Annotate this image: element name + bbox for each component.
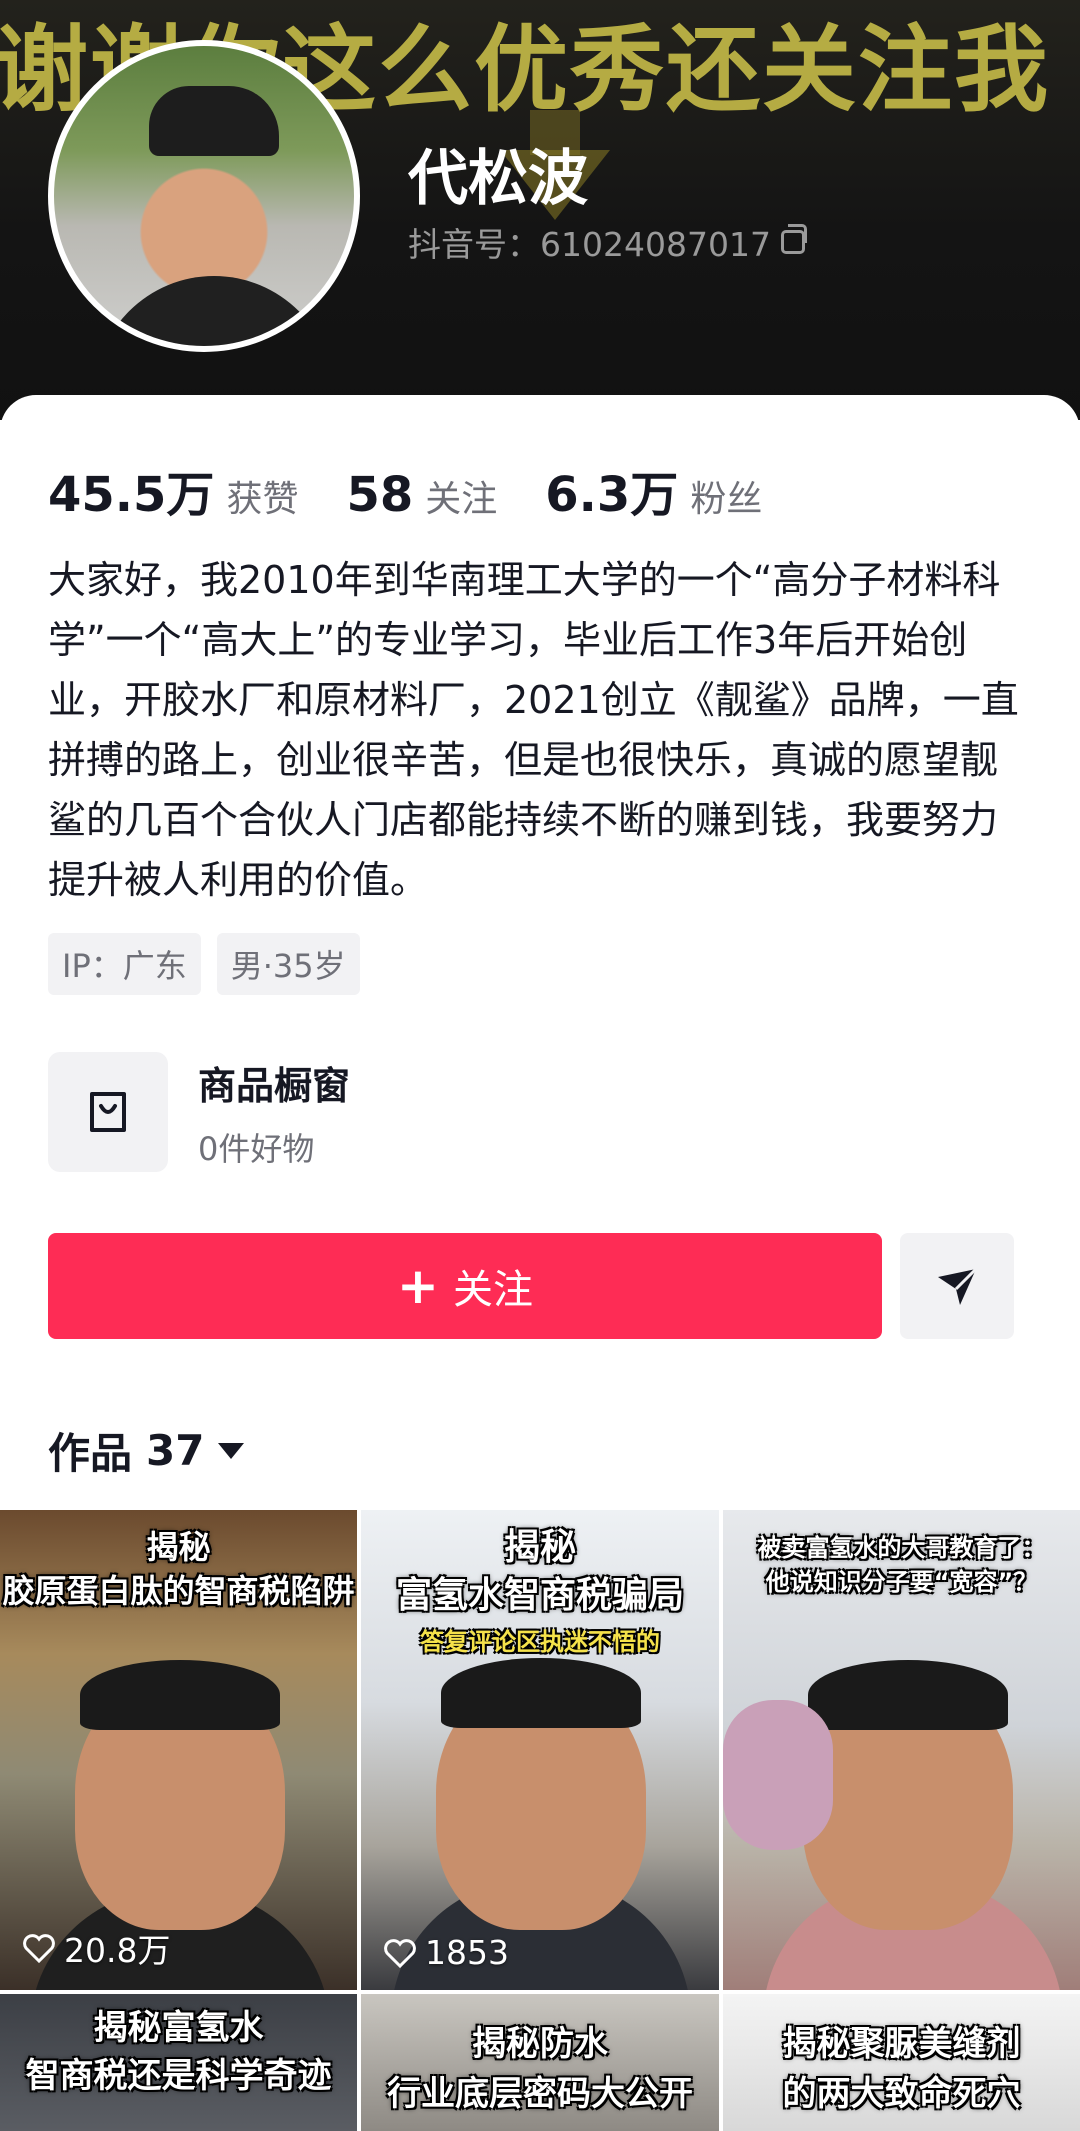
heart-icon [23,1934,55,1963]
video-title-line2: 富氢水智商税骗局 [395,1575,684,1616]
follow-label: 关注 [452,1267,533,1313]
video-title-line2: 胶原蛋白肽的智商税陷阱 [2,1572,355,1610]
video-title-line1: 揭秘 [146,1528,211,1566]
video-title-line1: 揭秘 [503,1527,576,1568]
douyin-id[interactable]: 抖音号：61024087017 [408,218,807,266]
stat-followers-value: 6.3万 [545,467,679,523]
video-title-line2: 的两大致命死穴 [782,2074,1021,2114]
stat-likes[interactable]: 45.5万 获赞 [48,455,298,525]
gender-age-tag: 男·35岁 [216,933,360,995]
avatar[interactable] [48,40,360,352]
video-person-hair [808,1660,1008,1730]
video-tile[interactable]: 揭秘 富氢水智商税骗局 答复评论区执迷不悟的 1853 [361,1510,719,1990]
shopping-bag-icon [90,1092,126,1132]
video-tile[interactable]: 揭秘 胶原蛋白肽的智商税陷阱 20.8万 [0,1510,357,1990]
stat-following-value: 58 [346,467,414,523]
video-title-line2: 他说知识分子要“宽容”？ [765,1568,1038,1596]
stat-following[interactable]: 58 关注 [346,467,497,523]
follow-button[interactable]: + 关注 [48,1233,882,1339]
video-likes: 20.8万 [22,1924,170,1972]
stat-likes-label: 获赞 [226,479,299,520]
stat-following-label: 关注 [425,479,498,520]
plus-icon: + [397,1257,439,1315]
video-person-hair [441,1658,641,1728]
video-title-line2: 智商税还是科学奇迹 [25,2056,332,2096]
shop-subtitle: 0件好物 [198,1129,315,1168]
copy-icon[interactable] [780,224,807,254]
stats-row: 45.5万 获赞 58 关注 6.3万 粉丝 [48,455,810,525]
video-tile[interactable]: 揭秘防水 行业底层密码大公开 [361,1994,719,2131]
bio-text: 大家好，我2010年到华南理工大学的一个“高分子材料科学”一个“高大上”的专业学… [48,558,1019,902]
video-title-line2: 行业底层密码大公开 [387,2074,693,2114]
stat-followers-label: 粉丝 [690,479,763,520]
video-likes-count: 20.8万 [64,1931,171,1970]
video-title-line1: 揭秘防水 [472,2024,608,2064]
heart-icon [384,1938,416,1968]
video-likes-count: 1853 [425,1933,509,1972]
shop-window-entry[interactable]: 商品橱窗 0件好物 [48,1052,350,1172]
video-subtitle: 答复评论区执迷不悟的 [420,1628,660,1656]
video-likes: 1853 [383,1933,509,1972]
stat-followers[interactable]: 6.3万 粉丝 [545,455,762,525]
ip-location-tag: IP：广东 [48,933,201,995]
shop-title: 商品橱窗 [198,1063,351,1108]
avatar-shirt [94,276,334,346]
shop-icon-box [48,1052,168,1172]
video-title-line1: 揭秘富氢水 [93,2008,264,2048]
stat-likes-value: 45.5万 [48,467,215,523]
profile-card: 45.5万 获赞 58 关注 6.3万 粉丝 大家好，我2010年到华南理工大学… [0,395,1080,1505]
shop-text: 商品橱窗 0件好物 [198,1055,350,1170]
drink-bottle [723,1700,833,1850]
works-tab[interactable]: 作品 37 [48,1420,245,1481]
video-tile[interactable]: 揭秘富氢水 智商税还是科学奇迹 [0,1994,357,2131]
share-button[interactable] [900,1233,1014,1339]
user-name: 代松波 [408,144,588,214]
video-tile[interactable]: 被卖富氢水的大哥教育了： 他说知识分子要“宽容”？ [723,1510,1080,1990]
video-person-hair [80,1660,280,1730]
video-title-line1: 揭秘聚脲美缝剂 [782,2024,1021,2064]
profile-banner: 谢谢你这么优秀还关注我 代松波 抖音号：61024087017 [0,0,1080,420]
video-tile[interactable]: 揭秘聚脲美缝剂 的两大致命死穴 [723,1994,1080,2131]
avatar-hair [149,86,279,156]
works-title: 作品 [48,1429,133,1478]
douyin-id-text: 抖音号：61024087017 [408,225,771,264]
tags-row: IP：广东 男·35岁 [48,933,360,995]
caret-down-icon[interactable] [218,1442,245,1459]
works-count: 37 [146,1426,205,1475]
video-title-line1: 被卖富氢水的大哥教育了： [757,1534,1046,1562]
video-grid: 揭秘 胶原蛋白肽的智商税陷阱 20.8万 揭秘 富氢水智商税骗局 答复评论区执迷… [0,1510,1080,2131]
send-icon [938,1267,978,1305]
